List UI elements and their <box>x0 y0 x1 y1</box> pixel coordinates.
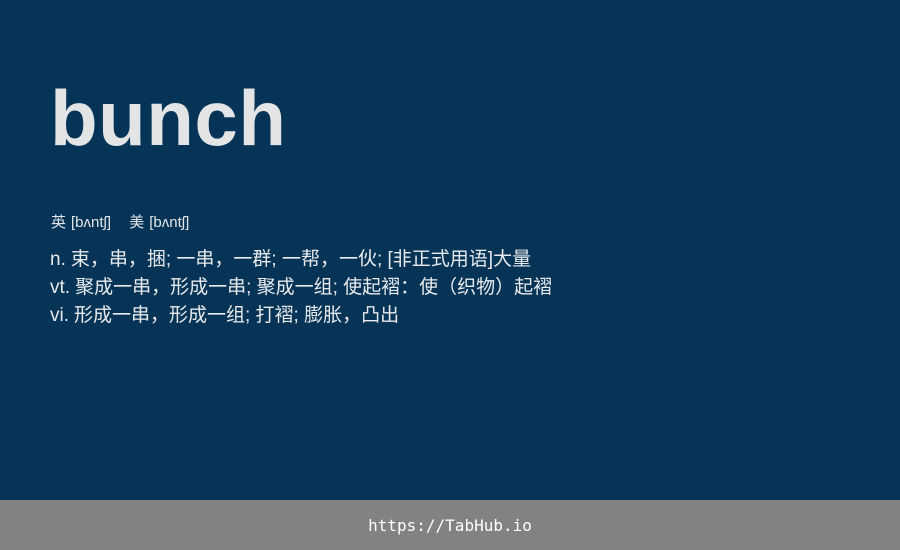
definitions: n. 束，串，捆; 一串，一群; 一帮，一伙; [非正式用语]大量 vt. 聚成一串… <box>50 246 552 330</box>
phonetic-uk-ipa: [bʌntʃ] <box>71 214 112 231</box>
definition-intransitive-verb: vi. 形成一串，形成一组; 打褶; 膨胀，凸出 <box>50 302 552 330</box>
definition-pos: vi. <box>50 305 69 326</box>
headword: bunch <box>50 74 287 162</box>
definition-pos: n. <box>50 249 66 270</box>
definition-text: 形成一串，形成一组; 打褶; 膨胀，凸出 <box>74 305 400 326</box>
phonetic-us-label: 美 <box>129 214 145 231</box>
phonetic-uk-label: 英 <box>51 214 67 231</box>
footer-bar: https://TabHub.io <box>0 500 900 550</box>
definition-transitive-verb: vt. 聚成一串，形成一串; 聚成一组; 使起褶：使（织物）起褶 <box>50 274 552 302</box>
dictionary-card: bunch 英 [bʌntʃ] 美 [bʌntʃ] n. 束，串，捆; 一串，一群; … <box>0 0 900 500</box>
phonetics: 英 [bʌntʃ] 美 [bʌntʃ] <box>51 213 203 233</box>
phonetic-us-ipa: [bʌntʃ] <box>149 214 190 231</box>
tabhub-link[interactable]: https://TabHub.io <box>368 516 532 535</box>
definition-text: 聚成一串，形成一串; 聚成一组; 使起褶：使（织物）起褶 <box>75 277 553 298</box>
definition-text: 束，串，捆; 一串，一群; 一帮，一伙; [非正式用语]大量 <box>70 249 532 270</box>
definition-noun: n. 束，串，捆; 一串，一群; 一帮，一伙; [非正式用语]大量 <box>50 246 552 274</box>
phonetic-us: 美 [bʌntʃ] <box>129 214 189 231</box>
phonetic-uk: 英 [bʌntʃ] <box>51 214 115 231</box>
definition-pos: vt. <box>50 277 71 298</box>
